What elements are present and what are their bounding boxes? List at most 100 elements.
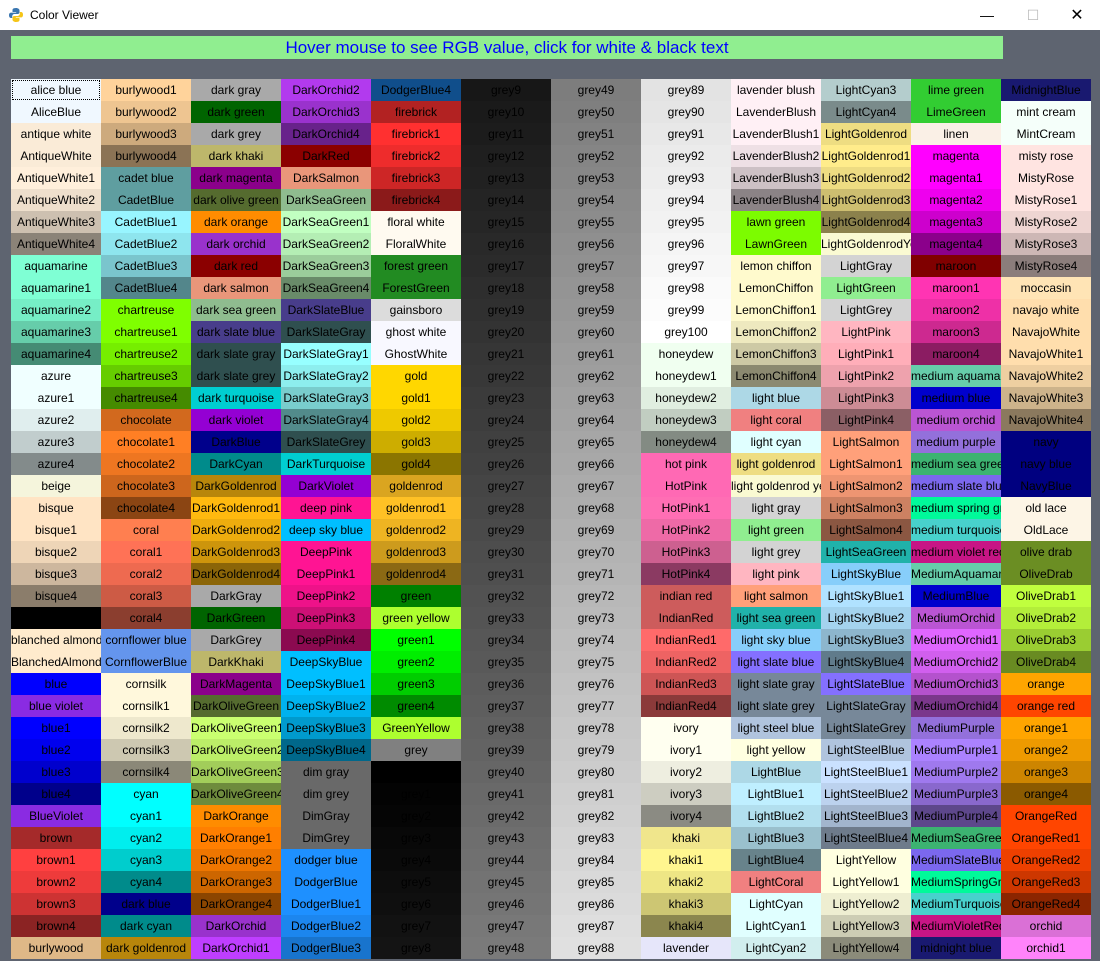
color-swatch[interactable]: grey36 [461, 673, 551, 695]
color-swatch[interactable]: blue violet [11, 695, 101, 717]
color-swatch[interactable]: light green [731, 519, 821, 541]
color-swatch[interactable]: light grey [731, 541, 821, 563]
color-swatch[interactable]: grey35 [461, 651, 551, 673]
color-swatch[interactable]: DimGrey [281, 827, 371, 849]
color-swatch[interactable]: grey88 [551, 937, 641, 959]
color-swatch[interactable]: MediumOrchid [911, 607, 1001, 629]
color-swatch[interactable]: firebrick4 [371, 189, 461, 211]
color-swatch[interactable]: MediumOrchid4 [911, 695, 1001, 717]
color-swatch[interactable]: DeepSkyBlue4 [281, 739, 371, 761]
color-swatch[interactable]: light salmon [731, 585, 821, 607]
color-swatch[interactable]: grey24 [461, 409, 551, 431]
color-swatch[interactable]: medium sea green [911, 453, 1001, 475]
color-swatch[interactable]: cornsilk [101, 673, 191, 695]
color-swatch[interactable]: dark gray [191, 79, 281, 101]
color-swatch[interactable]: orchid1 [1001, 937, 1091, 959]
color-swatch[interactable]: CornflowerBlue [101, 651, 191, 673]
close-button[interactable]: ✕ [1054, 0, 1100, 30]
color-swatch[interactable]: DeepPink3 [281, 607, 371, 629]
color-swatch[interactable]: LightPink1 [821, 343, 911, 365]
color-swatch[interactable]: goldenrod1 [371, 497, 461, 519]
color-swatch[interactable]: orange4 [1001, 783, 1091, 805]
color-swatch[interactable]: alice blue [11, 79, 101, 101]
color-swatch[interactable]: light yellow [731, 739, 821, 761]
color-swatch[interactable]: grey47 [461, 915, 551, 937]
color-swatch[interactable]: LightSalmon3 [821, 497, 911, 519]
color-swatch[interactable]: grey38 [461, 717, 551, 739]
color-swatch[interactable]: LawnGreen [731, 233, 821, 255]
color-swatch[interactable]: LightGrey [821, 299, 911, 321]
color-swatch[interactable]: dark grey [191, 123, 281, 145]
color-swatch[interactable]: navajo white [1001, 299, 1091, 321]
color-swatch[interactable]: LightSkyBlue2 [821, 607, 911, 629]
color-swatch[interactable]: cyan1 [101, 805, 191, 827]
color-swatch[interactable]: grey62 [551, 365, 641, 387]
color-swatch[interactable]: grey13 [461, 167, 551, 189]
color-swatch[interactable]: grey7 [371, 915, 461, 937]
color-swatch[interactable]: antique white [11, 123, 101, 145]
color-swatch[interactable]: grey82 [551, 805, 641, 827]
color-swatch[interactable]: FloralWhite [371, 233, 461, 255]
color-swatch[interactable]: LavenderBlush3 [731, 167, 821, 189]
color-swatch[interactable]: cornsilk1 [101, 695, 191, 717]
color-swatch[interactable]: grey70 [551, 541, 641, 563]
color-swatch[interactable]: maroon1 [911, 277, 1001, 299]
color-swatch[interactable]: grey55 [551, 211, 641, 233]
color-swatch[interactable]: IndianRed1 [641, 629, 731, 651]
color-swatch[interactable]: grey17 [461, 255, 551, 277]
color-swatch[interactable]: cyan [101, 783, 191, 805]
color-swatch[interactable]: LightCyan1 [731, 915, 821, 937]
color-swatch[interactable]: grey11 [461, 123, 551, 145]
color-swatch[interactable]: MediumPurple2 [911, 761, 1001, 783]
color-swatch[interactable]: blue4 [11, 783, 101, 805]
color-swatch[interactable]: GreenYellow [371, 717, 461, 739]
color-swatch[interactable]: gold1 [371, 387, 461, 409]
color-swatch[interactable]: green1 [371, 629, 461, 651]
color-swatch[interactable]: grey48 [461, 937, 551, 959]
color-swatch[interactable]: grey86 [551, 893, 641, 915]
color-swatch[interactable]: grey41 [461, 783, 551, 805]
color-swatch[interactable]: DarkRed [281, 145, 371, 167]
color-swatch[interactable]: dark salmon [191, 277, 281, 299]
color-swatch[interactable]: grey [371, 739, 461, 761]
color-swatch[interactable]: dark green [191, 101, 281, 123]
color-swatch[interactable]: grey4 [371, 849, 461, 871]
color-swatch[interactable]: olive drab [1001, 541, 1091, 563]
color-swatch[interactable]: grey84 [551, 849, 641, 871]
color-swatch[interactable]: LightSteelBlue2 [821, 783, 911, 805]
color-swatch[interactable]: grey0 [371, 761, 461, 783]
color-swatch[interactable]: bisque4 [11, 585, 101, 607]
color-swatch[interactable]: grey22 [461, 365, 551, 387]
color-swatch[interactable]: cyan2 [101, 827, 191, 849]
color-swatch[interactable]: cornsilk3 [101, 739, 191, 761]
color-swatch[interactable]: MediumSeaGreen [911, 827, 1001, 849]
color-swatch[interactable]: grey80 [551, 761, 641, 783]
color-swatch[interactable]: black [11, 607, 101, 629]
color-swatch[interactable]: LemonChiffon4 [731, 365, 821, 387]
color-swatch[interactable]: LightCoral [731, 871, 821, 893]
color-swatch[interactable]: DarkGoldenrod1 [191, 497, 281, 519]
color-swatch[interactable]: dark khaki [191, 145, 281, 167]
color-swatch[interactable]: OrangeRed3 [1001, 871, 1091, 893]
color-swatch[interactable]: BlueViolet [11, 805, 101, 827]
color-swatch[interactable]: LightPink [821, 321, 911, 343]
color-swatch[interactable]: grey44 [461, 849, 551, 871]
color-swatch[interactable]: LightSkyBlue3 [821, 629, 911, 651]
color-swatch[interactable]: light goldenrod [731, 453, 821, 475]
color-swatch[interactable]: LightSteelBlue1 [821, 761, 911, 783]
color-swatch[interactable]: DeepPink [281, 541, 371, 563]
color-swatch[interactable]: gainsboro [371, 299, 461, 321]
color-swatch[interactable]: medium slate blue [911, 475, 1001, 497]
color-swatch[interactable]: DarkGoldenrod3 [191, 541, 281, 563]
color-swatch[interactable]: LavenderBlush1 [731, 123, 821, 145]
color-swatch[interactable]: DarkGoldenrod4 [191, 563, 281, 585]
color-swatch[interactable]: MediumSpringGreen [911, 871, 1001, 893]
color-swatch[interactable]: MintCream [1001, 123, 1091, 145]
color-swatch[interactable]: DarkSeaGreen2 [281, 233, 371, 255]
color-swatch[interactable]: DarkTurquoise [281, 453, 371, 475]
color-swatch[interactable]: LightPink2 [821, 365, 911, 387]
color-swatch[interactable]: goldenrod2 [371, 519, 461, 541]
color-swatch[interactable]: DeepSkyBlue [281, 651, 371, 673]
color-swatch[interactable]: AntiqueWhite2 [11, 189, 101, 211]
color-swatch[interactable]: green4 [371, 695, 461, 717]
